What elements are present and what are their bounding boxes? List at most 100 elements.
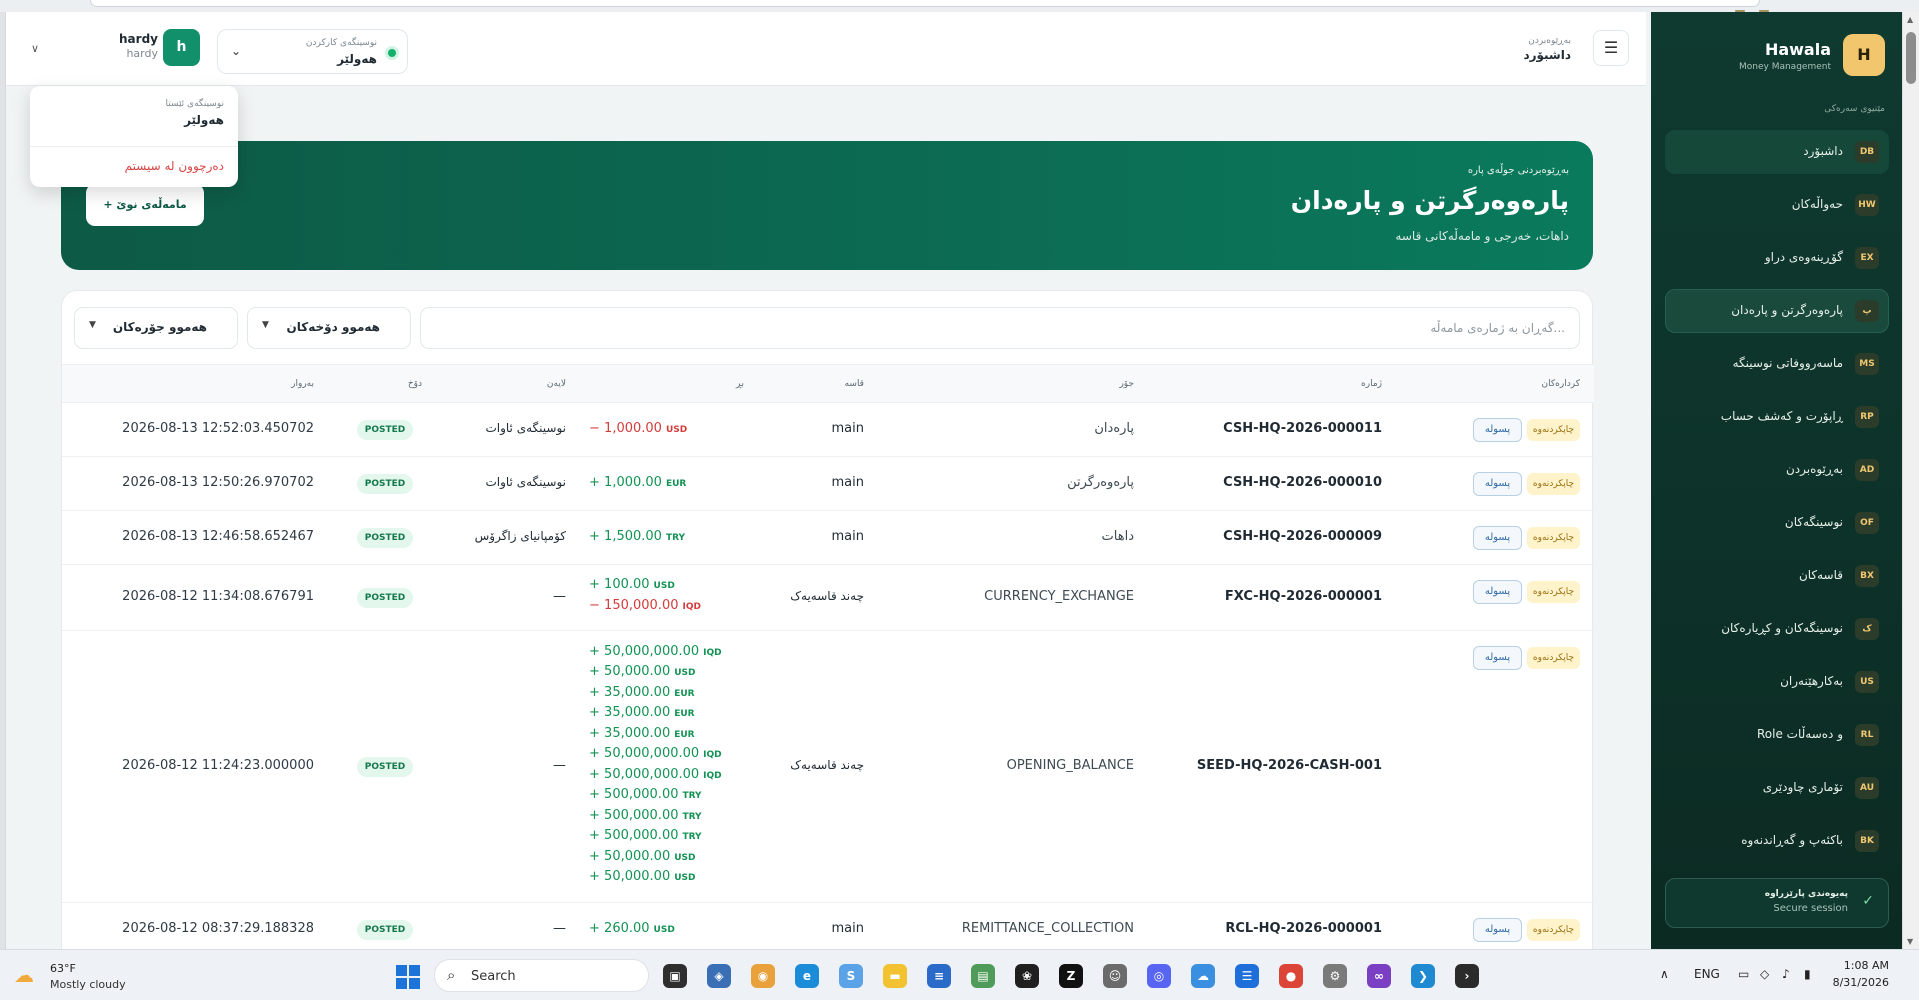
cell-amount: + 500,000.00 TRY (589, 787, 702, 802)
table-row[interactable]: چاپکردنەوە پسولە CSH-HQ-2026-000010 پارە… (62, 457, 1594, 511)
dropdown-office-value: هەولێر (184, 113, 224, 127)
scrollbar-thumb[interactable] (1906, 32, 1916, 84)
sidebar-item-offices-customers[interactable]: ک نوسینگەکان و کڕیارەکان (1665, 607, 1889, 651)
scroll-down-icon[interactable]: ▼ (1907, 937, 1913, 946)
sidebar-item-cashboxes[interactable]: BX قاسەکان (1665, 554, 1889, 598)
cell-party: نوسینگەی ئاوات (485, 475, 566, 489)
posting-button[interactable]: پسولە (1473, 918, 1522, 942)
logout-button[interactable]: دەرچوون لە سیستم (125, 159, 224, 173)
filter-status-select[interactable]: ▼ هەموو دۆخەکان (247, 307, 411, 349)
z-app-icon[interactable]: Z (1059, 964, 1083, 988)
table-row[interactable]: چاپکردنەوە پسولە SEED-HQ-2026-CASH-001 O… (62, 631, 1594, 903)
user-menu[interactable]: hardy hardy (66, 32, 158, 60)
cell-amount: + 1,500.00 TRY (589, 529, 686, 544)
sidebar-item-dashboard[interactable]: DB داشبۆرد (1665, 130, 1889, 174)
table-row[interactable]: چاپکردنەوە پسولە CSH-HQ-2026-000011 پارە… (62, 403, 1594, 457)
posting-button[interactable]: پسولە (1473, 526, 1522, 550)
cell-party: — (553, 589, 566, 604)
expenses-icon: MS (1855, 353, 1879, 375)
hamburger-menu-icon[interactable]: ☰ (1593, 30, 1629, 66)
ollama-icon[interactable]: ☺ (1103, 964, 1127, 988)
user-name: hardy (119, 32, 158, 46)
sidebar-item-admin[interactable]: AD بەڕێوەبردن (1665, 448, 1889, 492)
sidebar: H Hawala Money Management مێنیوی سەرەکی … (1651, 12, 1902, 949)
table-row[interactable]: چاپکردنەوە پسولە CSH-HQ-2026-000009 داها… (62, 511, 1594, 565)
app-subtitle: Money Management (1739, 62, 1831, 72)
taskbar-search[interactable]: ⌕ Search (434, 959, 649, 992)
user-menu-chevron-icon[interactable]: ∨ (31, 42, 39, 55)
wifi-icon[interactable]: ◇ (1760, 967, 1769, 981)
th-date: بەروار (291, 379, 314, 389)
address-bar[interactable] (90, 0, 1760, 7)
clock-date[interactable]: 8/31/2026 (1829, 976, 1889, 989)
cell-amount: + 35,000.00 EUR (589, 726, 695, 741)
sidebar-item-roles[interactable]: RL Role و دەسەڵات (1665, 713, 1889, 757)
windows-start-icon[interactable] (396, 965, 420, 989)
cloud-app-icon[interactable]: ☁ (1191, 964, 1215, 988)
print-button[interactable]: چاپکردنەوە (1527, 647, 1580, 669)
volume-icon[interactable]: ♪ (1782, 967, 1790, 981)
browser-app-icon[interactable]: ◉ (751, 964, 775, 988)
scroll-up-icon[interactable]: ▲ (1907, 15, 1913, 24)
sidebar-item-reports[interactable]: RP ڕاپۆرت و کەشف حساب (1665, 395, 1889, 439)
weather-desc[interactable]: Mostly cloudy (50, 978, 126, 991)
sidebar-item-users[interactable]: US بەکارهێنەران (1665, 660, 1889, 704)
sidebar-item-backup[interactable]: BK باکئەپ و گەڕاندنەوە (1665, 819, 1889, 863)
sidebar-item-exchange[interactable]: EX گۆڕینەوەی دراو (1665, 236, 1889, 280)
chevron-down-icon: ▼ (89, 320, 96, 330)
weather-cloud-icon[interactable]: ☁ (14, 963, 34, 987)
tray-chevron-up-icon[interactable]: ∧ (1660, 967, 1669, 981)
table-row[interactable]: چاپکردنەوە پسولە RCL-HQ-2026-000001 REMI… (62, 903, 1594, 949)
file-explorer-icon[interactable]: ▬ (883, 964, 907, 988)
posting-button[interactable]: پسولە (1473, 418, 1522, 442)
new-transaction-button[interactable]: + مامەڵەی نوێ (86, 184, 204, 226)
remote-app-icon[interactable]: ▤ (971, 964, 995, 988)
database-app-icon[interactable]: ≡ (927, 964, 951, 988)
scrollbar[interactable]: ▲ ▼ (1902, 12, 1919, 949)
vscode-icon[interactable]: ❯ (1411, 964, 1435, 988)
sidebar-item-audit[interactable]: AU تۆماری چاودێری (1665, 766, 1889, 810)
chrome-icon[interactable]: ● (1279, 964, 1303, 988)
edge-icon[interactable]: e (795, 964, 819, 988)
settings-gear-icon[interactable]: ⚙ (1323, 964, 1347, 988)
filter-kinds-select[interactable]: ▼ هەموو جۆرەکان (74, 307, 238, 349)
transactions-card: ▼ هەموو جۆرەکان ▼ هەموو دۆخەکان گەڕان بە… (61, 290, 1594, 949)
sidebar-item-hawalas[interactable]: HW حەواڵەکان (1665, 183, 1889, 227)
print-button[interactable]: چاپکردنەوە (1527, 419, 1580, 441)
notes-app-icon[interactable]: ☰ (1235, 964, 1259, 988)
s3-app-icon[interactable]: S (839, 964, 863, 988)
display-icon[interactable]: ▭ (1738, 967, 1749, 981)
online-status-dot-icon (388, 49, 396, 57)
battery-icon[interactable]: ▮ (1804, 967, 1811, 981)
terminal-icon[interactable]: › (1455, 964, 1479, 988)
weather-temp[interactable]: 63°F (50, 962, 76, 975)
cell-number: CSH-HQ-2026-000009 (1223, 529, 1382, 544)
avatar[interactable]: h (163, 29, 200, 66)
chatgpt-icon[interactable]: ❀ (1015, 964, 1039, 988)
cashbox-icon: BX (1855, 565, 1879, 587)
table-row[interactable]: چاپکردنەوە پسولە FXC-HQ-2026-000001 CURR… (62, 565, 1594, 631)
print-button[interactable]: چاپکردنەوە (1527, 473, 1580, 495)
office-selector[interactable]: ⌄ نوسینگەی کارکردن هەولێر (217, 29, 408, 74)
print-button[interactable]: چاپکردنەوە (1527, 527, 1580, 549)
posting-button[interactable]: پسولە (1473, 646, 1522, 670)
network-app-icon[interactable]: ◈ (707, 964, 731, 988)
task-view-icon[interactable]: ▣ (663, 964, 687, 988)
cell-party: — (553, 921, 566, 936)
sidebar-item-label: Role و دەسەڵات (1756, 727, 1843, 741)
sidebar-item-cash[interactable]: پ پارەوەرگرتن و پارەدان (1665, 289, 1889, 333)
print-button[interactable]: چاپکردنەوە (1527, 919, 1580, 941)
sidebar-item-offices[interactable]: OF نوسینگەکان (1665, 501, 1889, 545)
posting-button[interactable]: پسولە (1473, 580, 1522, 604)
sidebar-item-label: ڕاپۆرت و کەشف حساب (1720, 409, 1843, 423)
cell-amount: + 50,000.00 USD (589, 849, 696, 864)
print-button[interactable]: چاپکردنەوە (1527, 581, 1580, 603)
posting-button[interactable]: پسولە (1473, 472, 1522, 496)
language-indicator[interactable]: ENG (1694, 967, 1720, 981)
sidebar-item-office-expenses[interactable]: MS ماسەرووفاتی نوسینگە (1665, 342, 1889, 386)
search-input[interactable]: گەڕان بە ژمارەی مامەڵە... (420, 307, 1580, 349)
clock-time[interactable]: 1:08 AM (1829, 959, 1889, 972)
discord-icon[interactable]: ◎ (1147, 964, 1171, 988)
logo: H (1843, 34, 1885, 76)
visual-studio-icon[interactable]: ∞ (1367, 964, 1391, 988)
